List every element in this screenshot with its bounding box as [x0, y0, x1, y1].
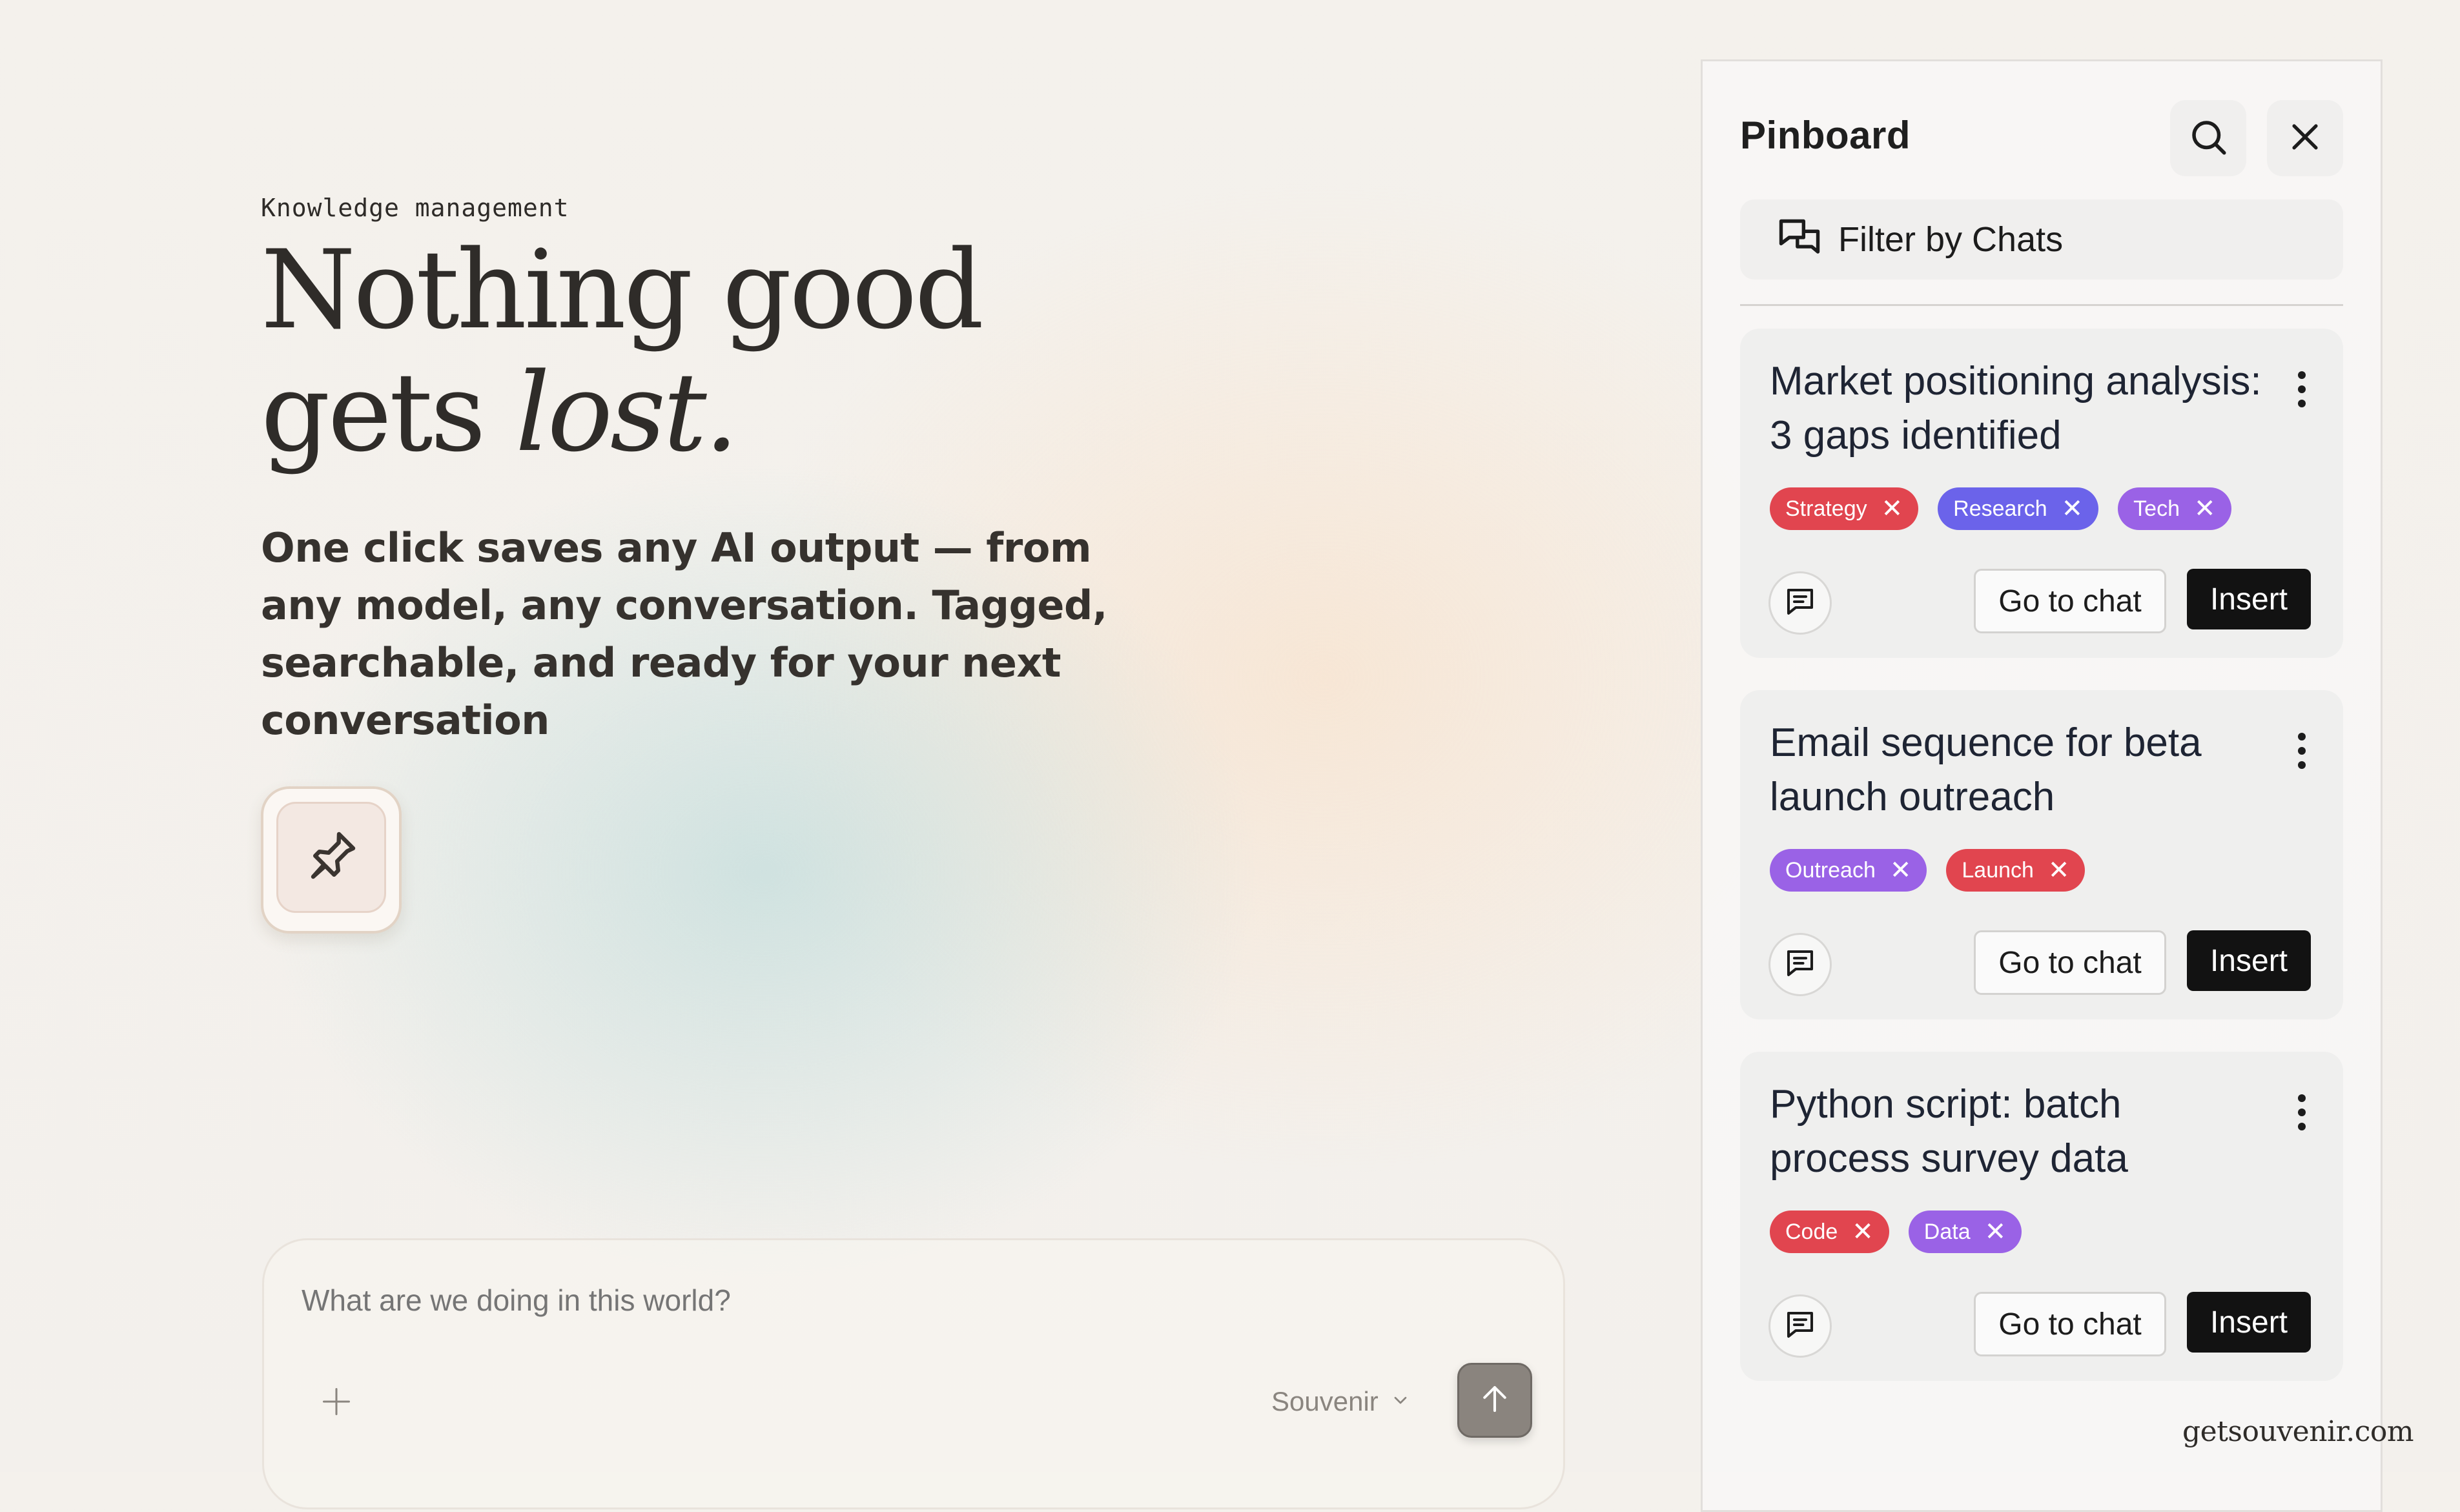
remove-tag-icon[interactable]: ✕ [1881, 496, 1903, 522]
pinboard-panel: Pinboard Filter by Chats Market position… [1701, 59, 2383, 1512]
more-options-button[interactable] [2289, 1089, 2315, 1138]
pin-button-face[interactable] [276, 802, 386, 913]
card-title: Python script: batch process survey data [1770, 1078, 2260, 1186]
kebab-menu-icon [2297, 1093, 2307, 1135]
prompt-input[interactable] [302, 1283, 1270, 1318]
headline: Nothing good gets lost. [261, 229, 1165, 474]
tag-list: Strategy ✕ Research ✕ Tech ✕ [1770, 487, 2231, 530]
arrow-up-icon [1477, 1382, 1512, 1420]
more-options-button[interactable] [2289, 366, 2315, 415]
filter-by-chats[interactable]: Filter by Chats [1740, 199, 2343, 280]
send-button[interactable] [1457, 1363, 1532, 1438]
go-to-chat-button[interactable]: Go to chat [1974, 1292, 2166, 1356]
panel-divider [1740, 304, 2343, 306]
tag-label: Launch [1962, 857, 2034, 883]
tag-chip: Launch ✕ [1946, 849, 2086, 892]
message-icon [1783, 946, 1818, 984]
close-button[interactable] [2267, 100, 2343, 176]
close-icon [2286, 118, 2324, 159]
remove-tag-icon[interactable]: ✕ [1852, 1219, 1874, 1245]
card-title-line-2: process survey data [1770, 1136, 2128, 1181]
remove-tag-icon[interactable]: ✕ [1985, 1219, 2007, 1245]
tag-label: Tech [2133, 496, 2180, 521]
pinned-card[interactable]: Python script: batch process survey data… [1740, 1052, 2343, 1381]
tag-list: Outreach ✕ Launch ✕ [1770, 849, 2086, 892]
tag-chip: Code ✕ [1770, 1211, 1889, 1253]
remove-tag-icon[interactable]: ✕ [1890, 857, 1912, 883]
filter-label: Filter by Chats [1838, 220, 2064, 259]
message-icon [1783, 1307, 1818, 1345]
search-button[interactable] [2170, 100, 2246, 176]
go-to-chat-button[interactable]: Go to chat [1974, 930, 2166, 995]
card-title-line-2: 3 gaps identified [1770, 413, 2062, 458]
card-title-line-1: Market positioning analysis: [1770, 359, 2260, 404]
insert-button[interactable]: Insert [2187, 569, 2311, 629]
more-options-button[interactable] [2289, 728, 2315, 777]
headline-line-1: Nothing good [261, 227, 984, 353]
tag-label: Data [1923, 1219, 1971, 1244]
hero-subtext: One click saves any AI output — from any… [261, 524, 1107, 744]
tag-label: Strategy [1785, 496, 1867, 521]
headline-italic-word: lost. [515, 349, 739, 476]
tag-list: Code ✕ Data ✕ [1770, 1211, 2022, 1253]
message-button[interactable] [1768, 1294, 1832, 1358]
tag-label: Research [1953, 496, 2047, 521]
chat-composer: Souvenir [262, 1238, 1565, 1509]
tag-chip: Research ✕ [1938, 487, 2099, 530]
insert-button[interactable]: Insert [2187, 930, 2311, 991]
insert-button[interactable]: Insert [2187, 1292, 2311, 1353]
card-title-line-1: Python script: batch [1770, 1082, 2122, 1127]
tag-chip: Strategy ✕ [1770, 487, 1919, 530]
card-title: Email sequence for beta launch outreach [1770, 716, 2260, 824]
search-icon [2187, 116, 2229, 161]
tag-label: Code [1785, 1219, 1838, 1244]
message-button[interactable] [1768, 571, 1832, 635]
brand-url[interactable]: getsouvenir.com [2182, 1415, 2414, 1448]
headline-line-2: gets lost. [261, 349, 739, 476]
plus-icon [320, 1385, 353, 1422]
card-title-line-1: Email sequence for beta [1770, 720, 2202, 765]
model-selector[interactable]: Souvenir [1271, 1382, 1411, 1421]
add-attachment-button[interactable] [317, 1384, 356, 1422]
tag-label: Outreach [1785, 857, 1876, 883]
pinboard-title: Pinboard [1740, 114, 1911, 157]
tag-chip: Tech ✕ [2118, 487, 2231, 530]
remove-tag-icon[interactable]: ✕ [2194, 496, 2216, 522]
card-title: Market positioning analysis: 3 gaps iden… [1770, 354, 2260, 463]
model-name: Souvenir [1271, 1386, 1379, 1416]
kebab-menu-icon [2297, 370, 2307, 412]
eyebrow-label: Knowledge management [261, 194, 569, 222]
headline-text: gets [261, 349, 516, 476]
pin-button[interactable] [261, 786, 402, 934]
card-title-line-2: launch outreach [1770, 775, 2055, 819]
chat-bubbles-icon [1775, 215, 1824, 264]
pinned-card[interactable]: Market positioning analysis: 3 gaps iden… [1740, 329, 2343, 658]
message-icon [1783, 584, 1818, 622]
chevron-down-icon [1390, 1386, 1411, 1417]
hero-section: Knowledge management Nothing good gets l… [261, 194, 1165, 749]
remove-tag-icon[interactable]: ✕ [2062, 496, 2084, 522]
pinned-card[interactable]: Email sequence for beta launch outreach … [1740, 690, 2343, 1019]
kebab-menu-icon [2297, 731, 2307, 773]
pushpin-icon [300, 825, 362, 890]
tag-chip: Outreach ✕ [1770, 849, 1927, 892]
remove-tag-icon[interactable]: ✕ [2048, 857, 2070, 883]
go-to-chat-button[interactable]: Go to chat [1974, 569, 2166, 633]
message-button[interactable] [1768, 933, 1832, 996]
tag-chip: Data ✕ [1908, 1211, 2022, 1253]
